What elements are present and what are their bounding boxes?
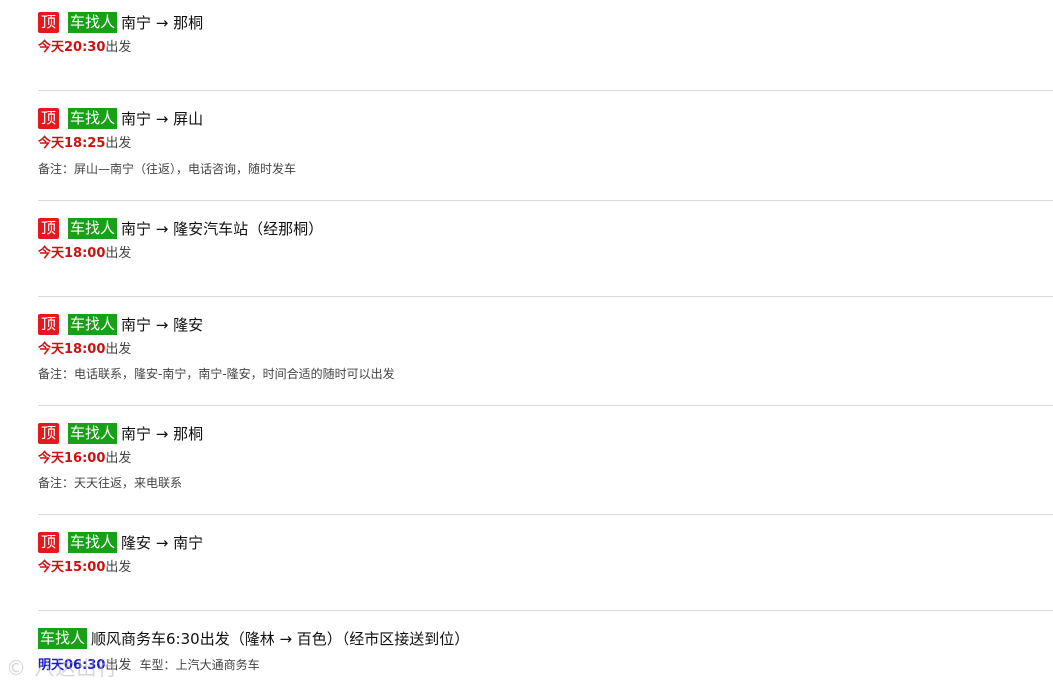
listing-title[interactable]: 顶 车找人 南宁 → 屏山 [38,107,203,129]
depart-time: 今天15:00出发 [38,560,131,576]
type-badge: 车找人 [38,627,88,649]
depart-time: 今天18:25出发 [38,136,131,152]
type-badge: 车找人 [68,422,118,444]
note-text: 电话联系，隆安-南宁，南宁-隆安，时间合适的随时可以出发 [74,367,395,381]
list-item[interactable]: 顶 车找人 南宁 → 隆安汽车站（经那桐） 今天18:00出发 [38,201,1053,297]
note-prefix: 备注： [38,367,75,381]
type-badge: 车找人 [68,217,118,239]
depart-suffix: 出发 [105,136,132,151]
listing-note: 备注：天天往返，来电联系 [38,475,182,491]
car-model: 上汽大通商务车 [175,658,260,672]
top-badge: 顶 [38,531,60,553]
list-item[interactable]: 车找人 顺风商务车6:30出发（隆林 → 百色）（经市区接送到位） 明天06:3… [38,611,1053,688]
depart-suffix: 出发 [105,658,132,673]
route-text[interactable]: 隆安 → 南宁 [121,532,203,553]
route-text[interactable]: 南宁 → 隆安 [121,314,203,335]
depart-time: 今天16:00出发 [38,451,131,467]
note-prefix: 备注： [38,476,75,490]
listing-title[interactable]: 顶 车找人 南宁 → 隆安汽车站（经那桐） [38,217,323,239]
list-item[interactable]: 顶 车找人 隆安 → 南宁 今天15:00出发 [38,515,1053,611]
list-item[interactable]: 顶 车找人 南宁 → 那桐 今天20:30出发 [38,0,1053,91]
depart-time: 明天06:30出发 车型：上汽大通商务车 [38,657,260,674]
listing-title[interactable]: 顶 车找人 隆安 → 南宁 [38,531,203,553]
listing-title[interactable]: 车找人 顺风商务车6:30出发（隆林 → 百色）（经市区接送到位） [38,627,469,649]
listing-title[interactable]: 顶 车找人 南宁 → 那桐 [38,11,203,33]
top-badge: 顶 [38,422,60,444]
list-item[interactable]: 顶 车找人 南宁 → 屏山 今天18:25出发 备注：屏山—南宁（往返），电话咨… [38,91,1053,201]
top-badge: 顶 [38,11,60,33]
top-badge: 顶 [38,107,60,129]
time-value: 今天16:00 [38,451,106,466]
listing-note: 备注：屏山—南宁（往返），电话咨询，随时发车 [38,161,296,177]
time-value: 今天18:25 [38,136,106,151]
listing-title[interactable]: 顶 车找人 南宁 → 隆安 [38,313,203,335]
list-item[interactable]: 顶 车找人 南宁 → 隆安 今天18:00出发 备注：电话联系，隆安-南宁，南宁… [38,297,1053,406]
route-text[interactable]: 南宁 → 那桐 [121,12,203,33]
time-value: 今天18:00 [38,246,106,261]
depart-suffix: 出发 [105,451,132,466]
note-text: 天天往返，来电联系 [74,476,183,490]
depart-time: 今天18:00出发 [38,246,131,262]
time-value: 今天15:00 [38,560,106,575]
route-text[interactable]: 南宁 → 那桐 [121,423,203,444]
type-badge: 车找人 [68,11,118,33]
note-prefix: 备注： [38,162,75,176]
type-badge: 车找人 [68,531,118,553]
route-text[interactable]: 南宁 → 隆安汽车站（经那桐） [121,218,323,239]
note-text: 屏山—南宁（往返），电话咨询，随时发车 [74,162,297,176]
depart-suffix: 出发 [105,40,132,55]
depart-time: 今天18:00出发 [38,342,131,358]
time-value: 今天18:00 [38,342,106,357]
listing-note: 备注：电话联系，隆安-南宁，南宁-隆安，时间合适的随时可以出发 [38,366,395,382]
top-badge: 顶 [38,313,60,335]
route-text[interactable]: 顺风商务车6:30出发（隆林 → 百色）（经市区接送到位） [91,628,469,649]
time-value: 今天20:30 [38,40,106,55]
type-badge: 车找人 [68,107,118,129]
listing-title[interactable]: 顶 车找人 南宁 → 那桐 [38,422,203,444]
depart-time: 今天20:30出发 [38,40,131,56]
top-badge: 顶 [38,217,60,239]
depart-suffix: 出发 [105,342,132,357]
depart-suffix: 出发 [105,246,132,261]
time-value: 明天06:30 [38,658,106,673]
depart-suffix: 出发 [105,560,132,575]
route-text[interactable]: 南宁 → 屏山 [121,108,203,129]
car-prefix: 车型： [139,658,176,672]
type-badge: 车找人 [68,313,118,335]
list-item[interactable]: 顶 车找人 南宁 → 那桐 今天16:00出发 备注：天天往返，来电联系 [38,406,1053,515]
